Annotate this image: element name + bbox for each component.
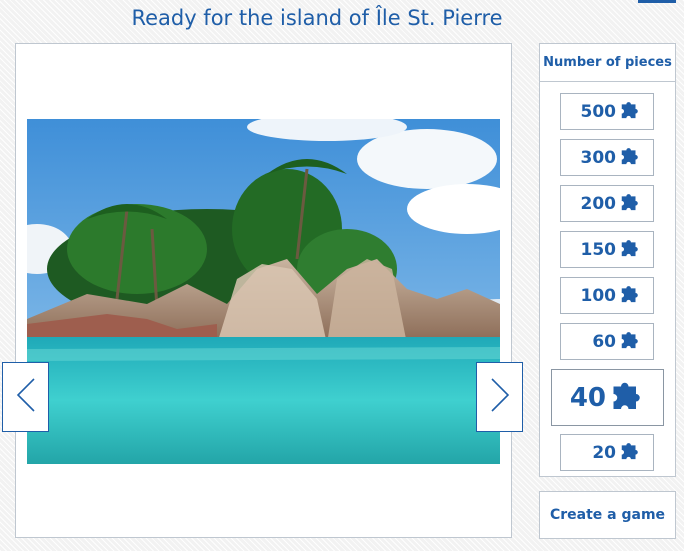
- puzzle-piece-icon: [619, 190, 641, 217]
- pieces-option-label: 40: [569, 382, 606, 413]
- puzzle-piece-icon: [619, 328, 641, 355]
- pieces-header: Number of pieces: [540, 44, 675, 82]
- puzzle-piece-icon: [619, 144, 641, 171]
- puzzle-piece-icon: [619, 439, 641, 466]
- puzzle-piece-icon: [609, 376, 645, 419]
- chevron-right-icon: [490, 377, 510, 417]
- puzzle-piece-icon: [619, 236, 641, 263]
- pieces-option-label: 200: [580, 193, 617, 214]
- pieces-option-200[interactable]: 200: [560, 185, 654, 222]
- pieces-option-label: 500: [580, 101, 617, 122]
- top-tab-indicator: [638, 0, 676, 3]
- pieces-option-label: 150: [580, 239, 617, 260]
- pieces-option-label: 100: [580, 285, 617, 306]
- chevron-left-icon: [16, 377, 36, 417]
- island-photo: [27, 119, 500, 464]
- pieces-option-300[interactable]: 300: [560, 139, 654, 176]
- pieces-option-100[interactable]: 100: [560, 277, 654, 314]
- pieces-option-60[interactable]: 60: [560, 323, 654, 360]
- puzzle-piece-icon: [619, 98, 641, 125]
- puzzle-piece-icon: [619, 282, 641, 309]
- pieces-panel: Number of pieces 500 300 200 150 100 60 40 20: [539, 43, 676, 477]
- pieces-option-20[interactable]: 20: [560, 434, 654, 471]
- image-panel: [15, 43, 512, 538]
- pieces-option-150[interactable]: 150: [560, 231, 654, 268]
- pieces-option-label: 300: [580, 147, 617, 168]
- create-game-button[interactable]: Create a game: [539, 491, 676, 539]
- pieces-option-label: 20: [592, 442, 616, 463]
- pieces-option-label: 60: [592, 331, 616, 352]
- previous-image-button[interactable]: [2, 362, 49, 432]
- page-title: Ready for the island of Île St. Pierre: [131, 6, 503, 30]
- next-image-button[interactable]: [476, 362, 523, 432]
- pieces-option-40[interactable]: 40: [551, 369, 664, 426]
- pieces-option-500[interactable]: 500: [560, 93, 654, 130]
